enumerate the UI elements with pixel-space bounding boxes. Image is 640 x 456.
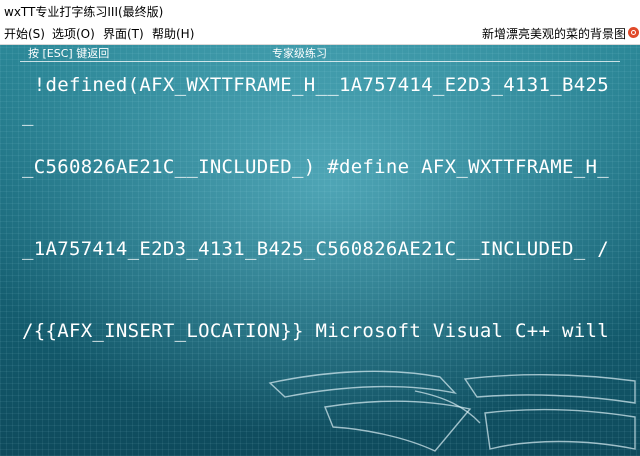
menu-bar: 开始(S) 选项(O) 界面(T) 帮助(H) 新增漂亮美观的菜的背景图 <box>0 24 640 45</box>
menu-options[interactable]: 选项(O) <box>52 27 95 41</box>
practice-line-3: _C560826AE21C__INCLUDED_) #define AFX_WX… <box>22 156 609 178</box>
menu-interface[interactable]: 界面(T) <box>103 27 144 41</box>
close-icon[interactable] <box>628 27 639 38</box>
menu-start[interactable]: 开始(S) <box>4 27 45 41</box>
menu-help[interactable]: 帮助(H) <box>152 27 194 41</box>
window-title: wxTT专业打字练习III(最终版) <box>4 5 164 19</box>
typing-area[interactable]: 按 [ESC] 键返回 专家级练习 !defined(AFX_WXTTFRAME… <box>0 45 640 456</box>
practice-line-5: /{{AFX_INSERT_LOCATION}} Microsoft Visua… <box>22 320 609 342</box>
practice-line-4: _1A757414_E2D3_4131_B425_C560826AE21C__I… <box>22 238 609 260</box>
practice-line-2: _ <box>22 104 34 126</box>
title-bar: wxTT专业打字练习III(最终版) <box>0 0 640 24</box>
new-background-notice[interactable]: 新增漂亮美观的菜的背景图 <box>482 27 626 41</box>
status-divider <box>20 61 620 62</box>
windows-logo-watermark <box>268 370 636 452</box>
practice-line-1: !defined(AFX_WXTTFRAME_H__1A757414_E2D3_… <box>22 74 609 96</box>
esc-hint: 按 [ESC] 键返回 <box>28 47 110 60</box>
level-label: 专家级练习 <box>272 47 327 60</box>
